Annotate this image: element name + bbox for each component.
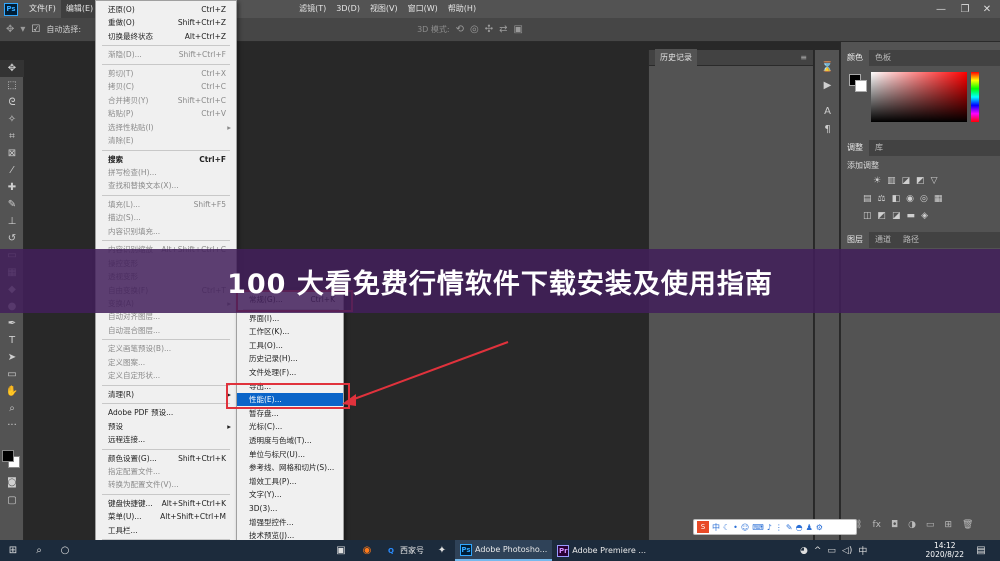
tray-volume-icon[interactable]: ◁) [842, 546, 852, 556]
premiere-icon: Pr [557, 544, 570, 557]
photoshop-icon: Ps [460, 543, 472, 556]
tray-chevron-icon[interactable]: ^ [814, 546, 822, 556]
tray-network-icon[interactable]: ▭ [827, 546, 836, 556]
ime-logo-icon[interactable]: S [697, 521, 709, 533]
clock-time: 14:12 [933, 541, 956, 550]
ime-chinese-toggle[interactable]: 中 [712, 522, 720, 533]
store-icon[interactable]: ▣ [328, 540, 354, 561]
ime-shirt-icon[interactable]: ♟ [806, 523, 813, 532]
taskbar-app-xijiahao[interactable]: Q 西家号 [380, 540, 429, 561]
clock[interactable]: 14:12 2020/8/22 [926, 541, 964, 559]
ime-grid-icon[interactable]: ⋮ [775, 523, 783, 532]
ime-keyboard-icon[interactable]: ⌨ [752, 523, 764, 532]
taskbar-app-label: 西家号 [400, 546, 424, 555]
ime-skin-icon[interactable]: ◓ [796, 523, 803, 532]
tray-app-icon[interactable]: ◕ [800, 546, 808, 556]
taskbar-app-premiere[interactable]: Pr Adobe Premiere ... [552, 540, 651, 561]
ime-settings-icon[interactable]: ⚙ [816, 523, 823, 532]
taskbar-app-label: Adobe Premiere ... [572, 546, 647, 555]
ime-toolbar: S 中 ☾ • ☺ ⌨ ♪ ⋮ ✎ ◓ ♟ ⚙ [693, 519, 857, 535]
taskbar-app-photoshop[interactable]: Ps Adobe Photosho... [455, 540, 553, 561]
ime-pen-icon[interactable]: ✎ [786, 523, 793, 532]
clock-date: 2020/8/22 [925, 550, 964, 559]
firefox-icon[interactable]: ◉ [354, 540, 380, 561]
ime-voice-icon[interactable]: ♪ [767, 523, 772, 532]
windows-taskbar: ⊞ ⌕ ○ ▣ ◉ Q 西家号 ✦ Ps Adobe Photosho... P… [0, 540, 1000, 561]
ime-emoji-icon[interactable]: ☺ [741, 523, 749, 532]
notification-icon[interactable]: ▤ [968, 540, 994, 561]
taskbar-app-label: Adobe Photosho... [475, 545, 548, 554]
cortana-icon[interactable]: ○ [52, 540, 78, 561]
ime-punct-icon[interactable]: • [733, 523, 738, 532]
banner-title: 100 大看免费行情软件下载安装及使用指南 [227, 268, 773, 300]
tray-ime-icon[interactable]: 中 [858, 544, 867, 557]
foreground-color-swatch[interactable] [2, 450, 14, 462]
search-icon[interactable]: ⌕ [26, 540, 52, 561]
system-tray: ◕ ^ ▭ ◁) 中 [800, 540, 867, 561]
ime-moon-icon[interactable]: ☾ [723, 523, 730, 532]
title-banner: 100 大看免费行情软件下载安装及使用指南 [0, 249, 1000, 313]
feishu-icon[interactable]: ✦ [429, 540, 455, 561]
start-icon[interactable]: ⊞ [0, 540, 26, 561]
app-q-icon: Q [388, 546, 394, 555]
